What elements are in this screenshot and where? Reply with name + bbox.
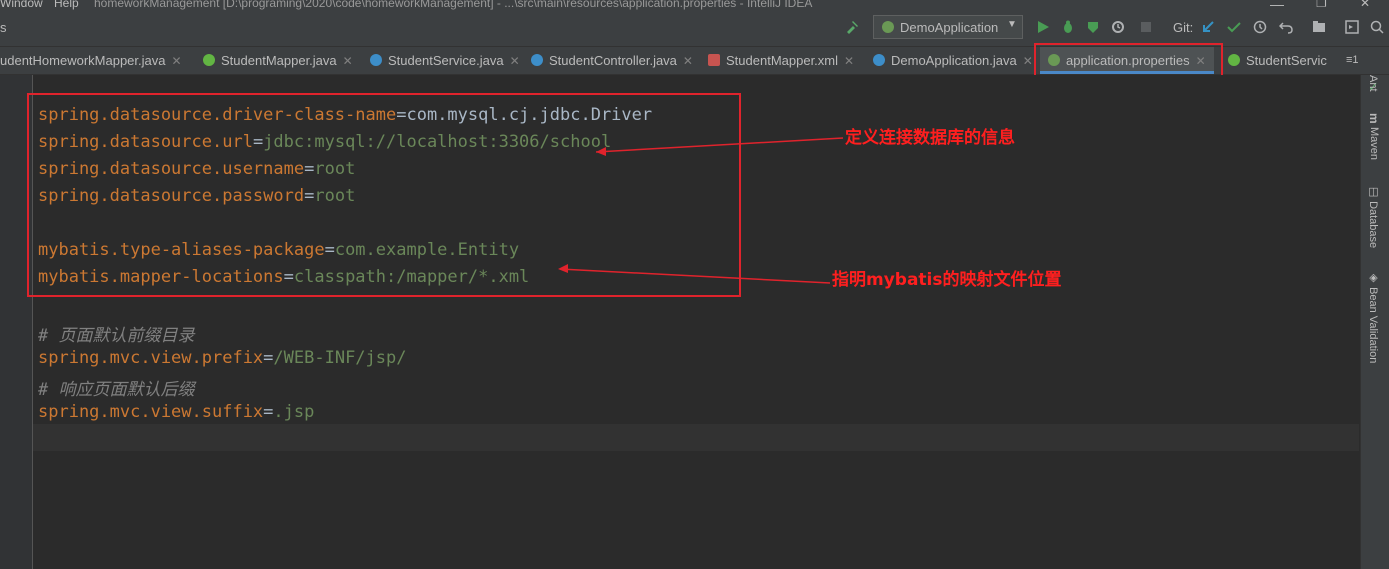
xml-icon	[708, 54, 720, 66]
close-tab-icon[interactable]: ✕	[510, 54, 520, 68]
menu-window[interactable]: Window	[0, 0, 43, 10]
sidebar-item-database[interactable]: ◫ Database	[1367, 185, 1380, 248]
code-comment: # 页面默认前缀目录	[38, 326, 195, 346]
tab-label: StudentController.java	[549, 53, 677, 68]
tab-label: StudentService.java	[388, 53, 504, 68]
code-line: spring.mvc.view.prefix=/WEB-INF/jsp/	[38, 348, 407, 368]
git-label: Git:	[1173, 20, 1194, 35]
code-comment: # 响应页面默认后缀	[38, 380, 195, 400]
tab-studentservice-impl[interactable]: StudentServic	[1228, 47, 1327, 74]
sidebar-item-ant[interactable]: Ant	[1367, 75, 1379, 92]
chevron-down-icon: ▼	[1007, 19, 1017, 30]
right-tool-sidebar: ✓ Ant m Maven ◫ Database ◈ Bean Validati…	[1360, 75, 1389, 569]
bean-validation-icon: ◈	[1367, 271, 1379, 288]
project-structure-icon[interactable]	[1312, 20, 1326, 34]
sidebar-item-label: Bean Validation	[1367, 287, 1379, 364]
title-bar: Window Help homeworkManagement [D:\progr…	[0, 0, 1389, 11]
tab-overflow-button[interactable]: ≡1	[1346, 47, 1359, 74]
close-tab-icon[interactable]: ✕	[343, 54, 353, 68]
interface-icon	[203, 54, 215, 66]
run-icon[interactable]	[1036, 20, 1050, 34]
search-icon[interactable]	[1370, 20, 1384, 34]
tab-studentmapper-java[interactable]: StudentMapper.java ✕	[203, 47, 353, 74]
spring-class-icon	[873, 54, 885, 66]
main-toolbar: s DemoApplication ▼ Git:	[0, 11, 1389, 47]
git-history-icon[interactable]	[1253, 20, 1267, 34]
sidebar-item-label: Database	[1367, 201, 1379, 249]
current-line-highlight	[33, 424, 1359, 451]
git-commit-icon[interactable]	[1227, 20, 1241, 34]
maven-icon: m	[1367, 113, 1381, 128]
highlight-box-config	[27, 93, 741, 297]
minimize-icon[interactable]: —	[1270, 0, 1284, 11]
tab-label: DemoApplication.java	[891, 53, 1017, 68]
tab-label: StudentMapper.xml	[726, 53, 839, 68]
sidebar-item-label: Maven	[1368, 127, 1380, 161]
run-config-dropdown[interactable]: DemoApplication ▼	[873, 15, 1023, 39]
annotation-db-info: 定义连接数据库的信息	[845, 128, 1015, 148]
annotation-mybatis-mapping: 指明mybatis的映射文件位置	[832, 270, 1062, 290]
profile-icon[interactable]	[1112, 20, 1126, 34]
stop-icon[interactable]	[1139, 20, 1153, 34]
tab-studentcontroller-java[interactable]: StudentController.java ✕	[531, 47, 693, 74]
close-tab-icon[interactable]: ✕	[683, 54, 693, 68]
tab-demoapplication-java[interactable]: DemoApplication.java ✕	[873, 47, 1033, 74]
highlight-box-active-tab	[1034, 43, 1223, 77]
debug-icon[interactable]	[1061, 20, 1075, 34]
close-tab-icon[interactable]: ✕	[844, 54, 854, 68]
presentation-icon[interactable]	[1345, 20, 1359, 34]
spring-boot-icon	[882, 21, 894, 33]
restore-icon[interactable]: ❐	[1316, 0, 1327, 10]
sidebar-item-bean-validation[interactable]: ◈ Bean Validation	[1367, 271, 1380, 363]
tab-overflow-label: ≡1	[1346, 54, 1359, 66]
build-hammer-icon[interactable]	[845, 20, 859, 34]
tab-studentmapper-xml[interactable]: StudentMapper.xml ✕	[708, 47, 854, 74]
window-title: homeworkManagement [D:\programing\2020\c…	[94, 0, 813, 10]
class-icon	[370, 54, 382, 66]
tab-label: StudentMapper.java	[221, 53, 337, 68]
coverage-icon[interactable]	[1086, 20, 1100, 34]
menu-help[interactable]: Help	[54, 0, 79, 10]
close-tab-icon[interactable]: ✕	[1023, 54, 1033, 68]
git-rollback-icon[interactable]	[1279, 20, 1293, 34]
toolbar-left-fragment: s	[0, 20, 7, 35]
run-config-label: DemoApplication	[900, 20, 999, 35]
git-update-icon[interactable]	[1201, 20, 1215, 34]
tab-studenthomeworkmapper[interactable]: udentHomeworkMapper.java ✕	[0, 47, 182, 74]
close-window-icon[interactable]: ✕	[1360, 0, 1370, 10]
sidebar-item-label: Ant	[1367, 75, 1379, 92]
code-line: spring.mvc.view.suffix=.jsp	[38, 402, 315, 422]
tab-studentservice-java[interactable]: StudentService.java ✕	[370, 47, 520, 74]
sidebar-item-maven[interactable]: m Maven	[1367, 113, 1381, 160]
database-icon: ◫	[1367, 185, 1379, 202]
tab-label: StudentServic	[1246, 53, 1327, 68]
tab-label: udentHomeworkMapper.java	[0, 53, 166, 68]
class-icon	[531, 54, 543, 66]
interface-icon	[1228, 54, 1240, 66]
close-tab-icon[interactable]: ✕	[171, 54, 181, 68]
